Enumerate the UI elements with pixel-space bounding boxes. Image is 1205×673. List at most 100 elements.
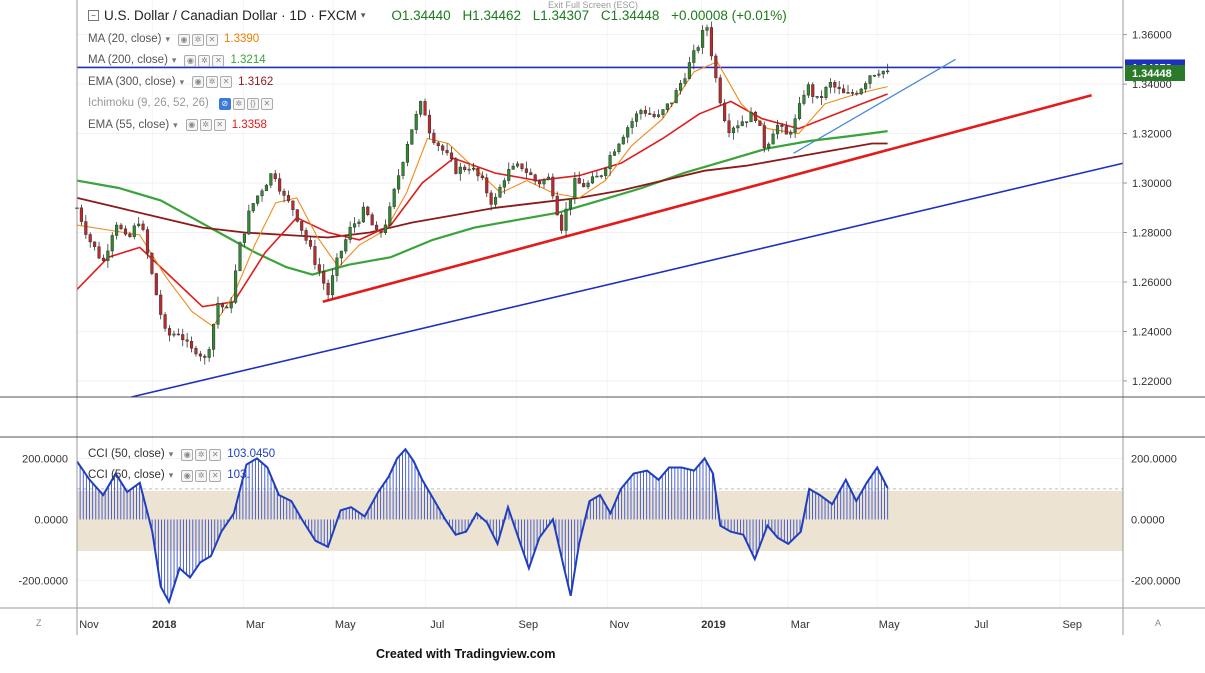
close-icon[interactable]: ✕ [209,469,222,482]
candle-body [507,169,511,181]
candle-body [352,223,357,228]
indicator-value: 1.3390 [224,33,260,45]
chevron-down-icon[interactable]: ▾ [169,465,174,486]
eye-icon[interactable]: ◉ [184,55,197,68]
candle-body [79,207,83,222]
gear-icon[interactable]: ✲ [198,55,211,68]
candle-body [683,78,687,84]
indicator-row[interactable]: MA (20, close) ▾ ◉ ✲ ✕ 1.3390 [88,29,279,50]
indicator-label[interactable]: MA (20, close) [88,29,162,50]
code-icon[interactable]: {} [246,97,259,110]
candle-body [811,84,815,97]
cci-label[interactable]: CCI (50, close) [88,465,165,486]
gear-icon[interactable]: ✲ [192,33,205,46]
candle-body [383,224,387,233]
eye-icon[interactable]: ◉ [178,33,191,46]
cci-tick-label-left: 200.0000 [22,453,68,465]
candle-body [665,103,669,110]
cci-legend-row[interactable]: CCI (50, close) ▾ ◉ ✲ ✕ 103.0450 [88,444,275,465]
candle-body [198,353,202,357]
candle-body [335,257,339,276]
candle-body [304,230,308,241]
indicator-label[interactable]: EMA (55, close) [88,115,169,136]
candle-body [427,114,432,134]
candle-body [106,250,110,261]
ohlc-values: O1.34440 H1.34462 L1.34307 C1.34448 +0.0… [391,8,794,23]
indicator-label[interactable]: MA (200, close) [88,50,168,71]
candle-body [705,27,709,31]
auto-scale-button[interactable]: A [1155,618,1161,628]
symbol-title[interactable]: U.S. Dollar / Canadian Dollar · 1D · FXC… [104,8,357,23]
candle-body [740,121,744,126]
close-icon[interactable]: ✕ [213,119,226,132]
indicator-row[interactable]: EMA (55, close) ▾ ◉ ✲ ✕ 1.3358 [88,115,279,136]
indicator-label[interactable]: Ichimoku (9, 26, 52, 26) [88,93,209,114]
collapse-icon[interactable]: − [88,10,99,21]
candle-body [238,242,242,272]
candle-body [441,145,445,151]
candle-body [718,77,722,104]
indicator-row[interactable]: Ichimoku (9, 26, 52, 26) ⊘ ✲{} ✕ [88,93,279,114]
chevron-down-icon[interactable]: ▾ [172,50,177,71]
price-tick-label: 1.22000 [1132,376,1172,388]
candle-body [573,178,577,199]
chevron-down-icon[interactable]: ▾ [166,29,171,50]
low-value: L1.34307 [532,8,590,23]
candle-body [419,101,423,115]
candle-body [101,257,105,261]
close-icon[interactable]: ✕ [209,448,222,461]
candle-body [516,163,520,167]
candle-body [88,234,92,243]
change-value: +0.00008 (+0.01%) [671,8,787,23]
chevron-down-icon[interactable]: ▾ [180,72,185,93]
candle-body [123,228,128,235]
candle-body [877,73,881,76]
close-icon[interactable]: ✕ [212,55,225,68]
candle-body [449,152,454,159]
chevron-down-icon[interactable]: ▾ [169,444,174,465]
timezone-button[interactable]: Z [36,618,42,628]
eye-off-icon[interactable]: ⊘ [218,97,231,110]
candle-body [189,341,194,349]
indicator-label[interactable]: EMA (300, close) [88,72,176,93]
gear-icon[interactable]: ✲ [195,469,208,482]
gear-icon[interactable]: ✲ [195,448,208,461]
candle-body [454,158,458,174]
candle-body [555,195,559,216]
time-tick-label: Mar [791,619,810,631]
candle-body [300,221,304,231]
high-value: H1.34462 [462,8,521,23]
ema300-line [76,142,888,239]
candle-body [388,206,392,226]
candle-body [247,210,251,235]
time-tick-label: May [879,619,900,631]
candle-body [590,176,595,184]
candle-body [366,206,370,216]
cci-legend-row[interactable]: CCI (50, close) ▾ ◉ ✲ ✕ 103. [88,465,275,486]
gear-icon[interactable]: ✲ [206,76,219,89]
eye-icon[interactable]: ◉ [192,76,205,89]
eye-icon[interactable]: ◉ [181,448,194,461]
chevron-down-icon[interactable]: ▾ [173,115,178,136]
candle-body [313,246,317,265]
close-icon[interactable]: ✕ [206,33,219,46]
close-icon[interactable]: ✕ [220,76,233,89]
chevron-down-icon[interactable]: ▾ [361,10,366,21]
time-tick-label: Nov [610,619,630,631]
indicator-row[interactable]: MA (200, close) ▾ ◉ ✲ ✕ 1.3214 [88,50,279,71]
candle-body [762,125,766,149]
candle-body [212,324,216,350]
cci-label[interactable]: CCI (50, close) [88,444,165,465]
eye-icon[interactable]: ◉ [181,469,194,482]
candle-body [881,70,885,75]
close-icon[interactable]: ✕ [260,97,273,110]
indicator-legend: MA (20, close) ▾ ◉ ✲ ✕ 1.3390 MA (200, clo… [88,29,279,136]
eye-icon[interactable]: ◉ [185,119,198,132]
candle-body [273,173,277,179]
indicator-row[interactable]: EMA (300, close) ▾ ◉ ✲ ✕ 1.3162 [88,72,279,93]
gear-icon[interactable]: ✲ [199,119,212,132]
gear-icon[interactable]: ✲ [232,97,245,110]
cci-value: 103.0450 [227,448,276,460]
candle-body [745,121,749,123]
candle-body [317,264,321,272]
